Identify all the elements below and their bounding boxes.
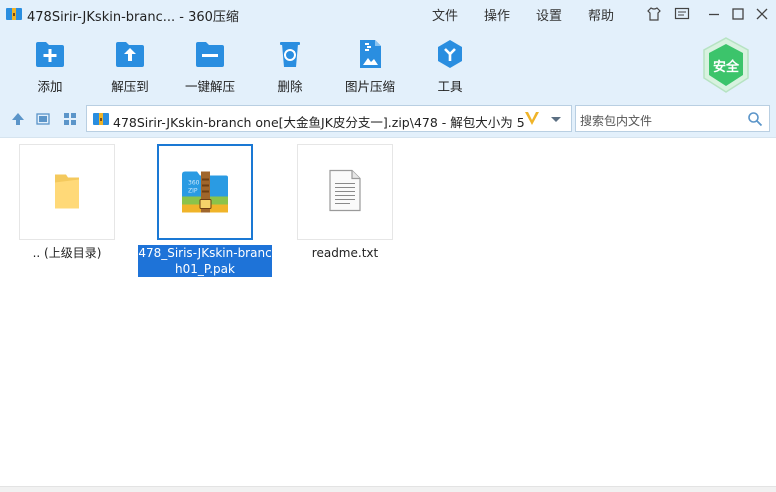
extract-to-button[interactable]: 解压到 bbox=[90, 38, 170, 94]
safe-badge[interactable]: 安全 bbox=[700, 36, 752, 94]
add-label: 添加 bbox=[37, 79, 63, 94]
extract-to-icon bbox=[114, 38, 146, 70]
verified-v-icon[interactable] bbox=[523, 109, 541, 127]
feedback-icon[interactable] bbox=[674, 6, 690, 22]
image-compress-label: 图片压缩 bbox=[344, 79, 395, 94]
delete-button[interactable]: 删除 bbox=[250, 38, 330, 94]
zip-archive-icon: 360 ZIP bbox=[180, 167, 230, 218]
one-click-extract-button[interactable]: 一键解压 bbox=[170, 38, 250, 94]
tools-button[interactable]: 工具 bbox=[410, 38, 490, 94]
file-name-line2: h01_P.pak bbox=[175, 262, 235, 276]
file-name: 478_Siris-JKskin-branc h01_P.pak bbox=[138, 245, 272, 277]
menu-file[interactable]: 文件 bbox=[432, 5, 458, 24]
window-title: 478Sirir-JKskin-branc... - 360压缩 bbox=[27, 10, 239, 25]
svg-text:360: 360 bbox=[188, 180, 200, 187]
status-strip bbox=[0, 486, 776, 492]
path-text: 478Sirir-JKskin-branch one[大金鱼JK皮分支一].zi… bbox=[113, 115, 525, 130]
file-thumbnail[interactable]: 360 ZIP bbox=[157, 144, 253, 240]
detail-view-icon[interactable] bbox=[35, 111, 51, 127]
search-placeholder: 搜索包内文件 bbox=[580, 114, 653, 128]
chevron-down-icon[interactable] bbox=[549, 112, 563, 126]
path-field[interactable]: 478Sirir-JKskin-branch one[大金鱼JK皮分支一].zi… bbox=[86, 105, 572, 132]
image-compress-button[interactable]: 图片压缩 bbox=[330, 38, 410, 94]
skin-shirt-icon[interactable] bbox=[646, 6, 662, 22]
menu-help[interactable]: 帮助 bbox=[588, 5, 614, 24]
tools-label: 工具 bbox=[437, 79, 463, 94]
file-thumbnail[interactable] bbox=[297, 144, 393, 240]
file-thumbnail[interactable] bbox=[19, 144, 115, 240]
safe-badge-label: 安全 bbox=[712, 60, 739, 75]
menu-operate[interactable]: 操作 bbox=[484, 5, 510, 24]
grid-view-icon[interactable] bbox=[62, 111, 78, 127]
minimize-icon[interactable] bbox=[706, 6, 722, 22]
maximize-icon[interactable] bbox=[730, 6, 746, 22]
delete-label: 删除 bbox=[277, 79, 303, 94]
add-button[interactable]: 添加 bbox=[10, 38, 90, 94]
delete-icon bbox=[274, 38, 306, 70]
file-name-line1: 478_Siris-JKskin-branc bbox=[138, 246, 272, 260]
up-arrow-icon[interactable] bbox=[10, 111, 26, 127]
title-bar: 478Sirir-JKskin-branc... - 360压缩 文件 操作 设… bbox=[0, 0, 776, 28]
header: 478Sirir-JKskin-branc... - 360压缩 文件 操作 设… bbox=[0, 0, 776, 100]
one-click-extract-icon bbox=[194, 38, 226, 70]
search-input[interactable]: 搜索包内文件 bbox=[575, 105, 770, 132]
search-icon[interactable] bbox=[747, 111, 763, 127]
file-name: .. (上级目录) bbox=[32, 246, 102, 260]
archive-icon bbox=[93, 112, 109, 126]
one-click-extract-label: 一键解压 bbox=[184, 79, 235, 94]
file-list: .. (上级目录) 360 ZIP 478_Siris-JKskin-branc… bbox=[0, 139, 776, 486]
add-icon bbox=[34, 38, 66, 70]
extract-to-label: 解压到 bbox=[111, 79, 149, 94]
tools-icon bbox=[434, 38, 466, 70]
svg-text:ZIP: ZIP bbox=[188, 188, 198, 195]
menu-settings[interactable]: 设置 bbox=[536, 5, 562, 24]
app-logo-icon bbox=[6, 7, 22, 21]
text-file-icon bbox=[328, 169, 362, 216]
address-bar-row: 478Sirir-JKskin-branch one[大金鱼JK皮分支一].zi… bbox=[0, 100, 776, 138]
image-compress-icon bbox=[354, 38, 386, 70]
file-name: readme.txt bbox=[311, 246, 379, 260]
folder-icon bbox=[52, 171, 82, 214]
close-icon[interactable] bbox=[754, 6, 770, 22]
